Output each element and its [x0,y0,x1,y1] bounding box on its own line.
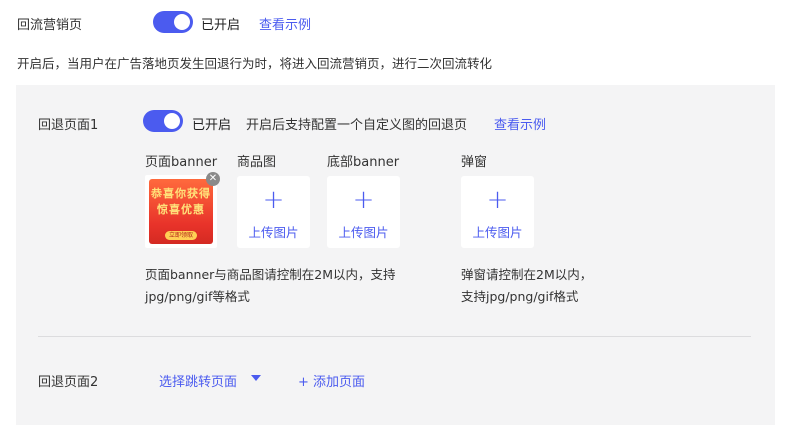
banner-thumbnail[interactable]: 恭喜你获得 惊喜优惠 立即领取 [145,175,217,248]
upload-bottom-banner-button[interactable]: + 上传图片 [327,176,400,248]
col-banner-title: 页面banner [145,155,218,170]
toggle-status: 已开启 [201,18,241,33]
page1-example-link[interactable]: 查看示例 [494,114,546,133]
feature-label: 回流营销页 [17,18,83,33]
add-page-button[interactable]: + 添加页面 [298,371,365,390]
divider [38,336,751,337]
col-product-title: 商品图 [237,155,277,170]
config-panel [16,85,775,425]
example-link[interactable]: 查看示例 [259,14,311,33]
hint-left-2: jpg/png/gif等格式 [145,289,250,304]
upload-product-button[interactable]: + 上传图片 [237,176,310,248]
page1-status: 已开启 [192,118,232,133]
select-page-dropdown[interactable]: 选择跳转页面 [159,371,237,390]
feature-description: 开启后，当用户在广告落地页发生回退行为时，将进入回流营销页，进行二次回流转化 [17,56,493,71]
plus-icon: + [262,185,285,215]
page1-toggle[interactable] [143,110,183,132]
hint-right-1: 弹窗请控制在2M以内， [461,267,593,282]
plus-icon: + [298,375,309,390]
toggle-knob [164,113,180,129]
toggle-knob [174,14,190,30]
hint-right-2: 支持jpg/png/gif格式 [461,289,579,304]
feature-toggle[interactable] [153,11,193,33]
page1-label: 回退页面1 [38,118,99,133]
caret-down-icon[interactable] [251,375,261,381]
upload-popup-button[interactable]: + 上传图片 [461,176,534,248]
plus-icon: + [486,185,509,215]
page1-note: 开启后支持配置一个自定义图的回退页 [246,118,468,133]
add-page-label: 添加页面 [313,375,366,390]
promo-image: 恭喜你获得 惊喜优惠 立即领取 [149,179,213,244]
hint-left-1: 页面banner与商品图请控制在2M以内，支持 [145,267,396,282]
page2-label: 回退页面2 [38,375,99,390]
delete-icon[interactable]: ✕ [206,172,220,186]
plus-icon: + [352,185,375,215]
col-bottom-title: 底部banner [327,155,400,170]
col-popup-title: 弹窗 [461,155,488,170]
